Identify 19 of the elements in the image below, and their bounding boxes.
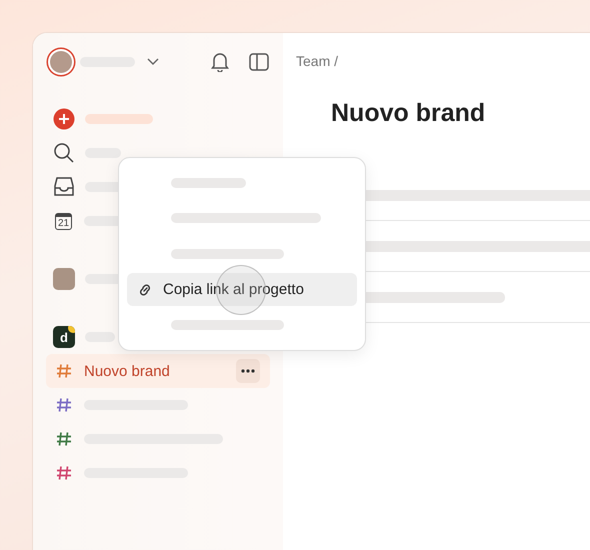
calendar-icon[interactable]: 21 [55, 212, 72, 230]
avatar-icon[interactable] [50, 51, 72, 73]
placeholder-bar [85, 148, 121, 158]
add-icon[interactable] [53, 108, 75, 130]
menu-item[interactable]: Copia link al progetto [127, 272, 357, 306]
workspace-logo[interactable]: d [53, 326, 75, 348]
bell-icon[interactable] [211, 52, 229, 72]
more-button[interactable] [236, 359, 260, 383]
link-icon [137, 282, 153, 298]
page-title: Nuovo brand [331, 99, 486, 128]
chevron-down-icon[interactable] [147, 58, 159, 66]
placeholder-bar [85, 114, 153, 124]
search-icon[interactable] [53, 142, 75, 164]
project-item[interactable]: Nuovo brand [46, 354, 270, 388]
more-icon [241, 369, 255, 373]
inbox-icon[interactable] [53, 176, 75, 198]
breadcrumb[interactable]: Team / [296, 53, 590, 69]
avatar-icon[interactable] [53, 268, 75, 290]
sidebar-toggle-icon[interactable] [249, 53, 269, 71]
